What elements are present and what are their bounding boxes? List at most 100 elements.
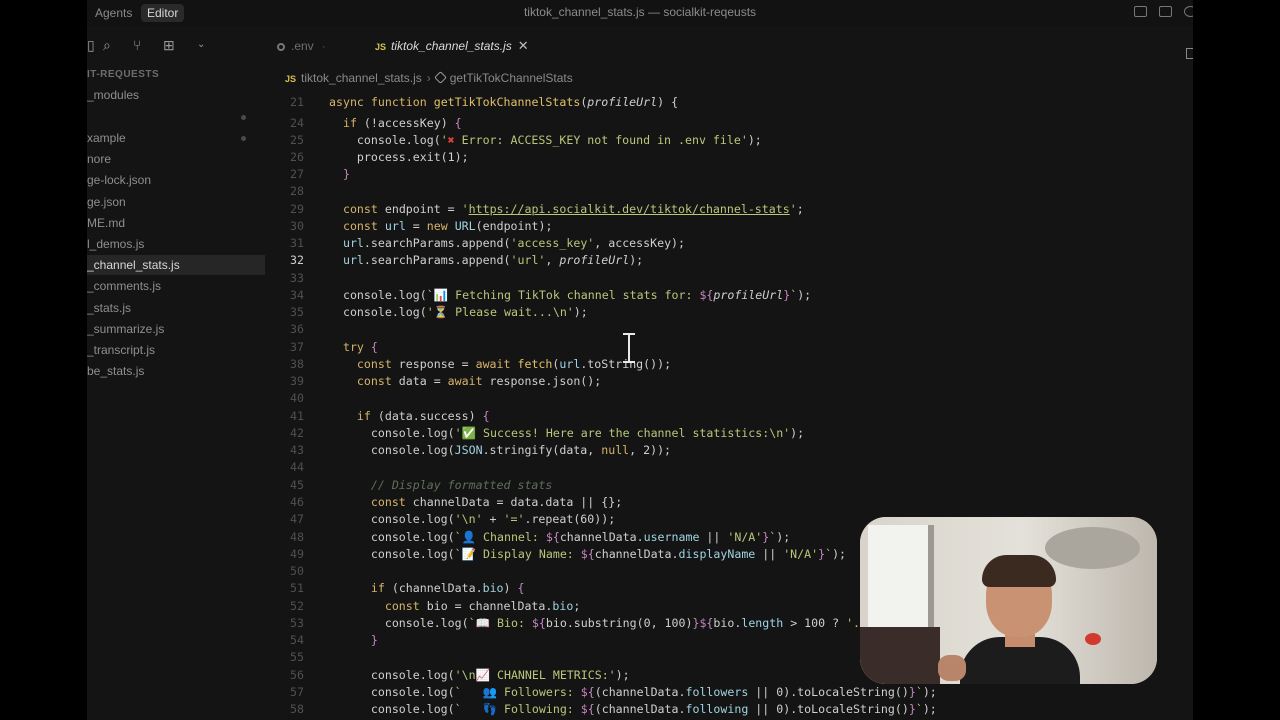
tab-tiktok-channel-stats[interactable]: JS tiktok_channel_stats.js ✕ <box>375 34 529 58</box>
function-icon <box>433 71 447 84</box>
line-number: 48 <box>290 530 304 544</box>
breadcrumb-symbol[interactable]: getTikTokChannelStats <box>450 71 573 85</box>
file-item-active[interactable]: _channel_stats.js <box>87 255 265 275</box>
code-line: 39 const data = await response.json(); <box>265 373 1193 390</box>
line-number: 50 <box>290 564 304 578</box>
code-line: 26 process.exit(1); <box>265 149 1193 166</box>
line-number: 40 <box>290 391 304 405</box>
code-line: 38 const response = await fetch(url.toSt… <box>265 356 1193 373</box>
line-number: 29 <box>290 202 304 216</box>
file-item[interactable]: _summarize.js <box>87 319 265 339</box>
editor-tabs: .env · JS tiktok_channel_stats.js ✕ <box>265 34 1193 59</box>
file-item[interactable]: l_demos.js <box>87 234 265 254</box>
code-line: 41 if (data.success) { <box>265 408 1193 425</box>
tab-label: .env <box>291 39 314 53</box>
line-number: 30 <box>290 219 304 233</box>
file-item[interactable]: _transcript.js <box>87 340 265 360</box>
search-icon[interactable]: ⌕ <box>103 37 111 53</box>
line-number: 58 <box>290 702 304 716</box>
line-number: 49 <box>290 547 304 561</box>
code-line: 57 console.log(` 👥 Followers: ${(channel… <box>265 684 1193 701</box>
code-line: 58 console.log(` 👣 Following: ${(channel… <box>265 701 1193 718</box>
dirty-dot-icon: · <box>321 39 326 53</box>
js-icon: JS <box>285 74 297 84</box>
tab-label: tiktok_channel_stats.js <box>391 39 512 53</box>
line-number: 32 <box>290 253 304 267</box>
line-number: 51 <box>290 581 304 595</box>
split-editor-icon[interactable] <box>1186 48 1193 59</box>
code-line: 21 async function getTikTokChannelStats(p… <box>265 94 1193 111</box>
code-line: 29 const endpoint = 'https://api.socialk… <box>265 201 1193 218</box>
breadcrumb: JS tiktok_channel_stats.js › getTikTokChann… <box>285 70 573 86</box>
toggle-panel-icon[interactable] <box>1159 6 1172 17</box>
line-number: 34 <box>290 288 304 302</box>
mouse-ibeam-cursor <box>623 333 635 363</box>
file-item[interactable]: _stats.js <box>87 298 265 318</box>
webcam-overlay <box>860 517 1157 684</box>
code-line: 32 url.searchParams.append('url', profil… <box>265 252 1193 269</box>
code-line: 34 console.log(`📊 Fetching TikTok channe… <box>265 287 1193 304</box>
code-line: 44 <box>265 459 1193 476</box>
toggle-sidebar-icon[interactable] <box>1134 6 1147 17</box>
file-item[interactable]: ME.md <box>87 213 265 233</box>
line-number: 57 <box>290 685 304 699</box>
code-line: 24 if (!accessKey) { <box>265 115 1193 132</box>
code-line: 40 <box>265 390 1193 407</box>
file-item[interactable] <box>87 107 265 127</box>
code-line: 31 url.searchParams.append('access_key',… <box>265 235 1193 252</box>
line-number: 36 <box>290 322 304 336</box>
settings-icon[interactable] <box>1184 6 1193 17</box>
window-title: tiktok_channel_stats.js — socialkit-reqe… <box>523 5 757 19</box>
gear-icon <box>277 43 285 51</box>
close-icon[interactable]: ✕ <box>518 38 529 53</box>
letterbox-right <box>1193 0 1280 720</box>
explorer-sidebar: ▯ ⌕ ⑂ ⊞ ⌄ IT-REQUESTS _modules xample no… <box>87 26 265 720</box>
line-number: 35 <box>290 305 304 319</box>
extensions-icon[interactable]: ⊞ <box>163 37 175 53</box>
modified-dot <box>241 115 246 120</box>
line-number: 45 <box>290 478 304 492</box>
line-number: 25 <box>290 133 304 147</box>
js-icon: JS <box>375 42 387 52</box>
line-number: 56 <box>290 668 304 682</box>
line-number: 39 <box>290 374 304 388</box>
source-control-icon[interactable]: ⑂ <box>133 37 141 53</box>
line-number: 24 <box>290 116 304 130</box>
line-number: 44 <box>290 460 304 474</box>
chevron-down-icon[interactable]: ⌄ <box>197 37 205 53</box>
code-line: 25 console.log('✖ Error: ACCESS_KEY not … <box>265 132 1193 149</box>
line-number: 54 <box>290 633 304 647</box>
tab-env[interactable]: .env · <box>277 34 326 58</box>
code-line: 36 <box>265 321 1193 338</box>
file-item[interactable]: _comments.js <box>87 276 265 296</box>
sidebar-toolbar: ▯ ⌕ ⑂ ⊞ ⌄ <box>87 34 265 58</box>
title-bar: Agents Editor tiktok_channel_stats.js — … <box>87 0 1193 26</box>
line-number: 53 <box>290 616 304 630</box>
line-number: 42 <box>290 426 304 440</box>
file-item[interactable]: be_stats.js <box>87 361 265 381</box>
line-number: 46 <box>290 495 304 509</box>
code-line: 43 console.log(JSON.stringify(data, null… <box>265 442 1193 459</box>
line-number: 31 <box>290 236 304 250</box>
file-label: xample <box>87 131 126 145</box>
explorer-section-title: IT-REQUESTS <box>87 69 160 80</box>
line-number: 41 <box>290 409 304 423</box>
file-item[interactable]: _modules <box>87 85 265 105</box>
code-line: 45 // Display formatted stats <box>265 477 1193 494</box>
file-item[interactable]: nore <box>87 149 265 169</box>
line-number: 37 <box>290 340 304 354</box>
breadcrumb-file[interactable]: tiktok_channel_stats.js <box>301 71 422 85</box>
chevron-right-icon: › <box>426 71 431 85</box>
file-item[interactable]: xample <box>87 128 265 148</box>
line-number: 38 <box>290 357 304 371</box>
letterbox-left <box>0 0 87 720</box>
code-line: 30 const url = new URL(endpoint); <box>265 218 1193 235</box>
line-number: 27 <box>290 167 304 181</box>
file-item[interactable]: ge.json <box>87 192 265 212</box>
file-item[interactable]: ge-lock.json <box>87 170 265 190</box>
code-line: 42 console.log('✅ Success! Here are the … <box>265 425 1193 442</box>
code-line: 33 <box>265 270 1193 287</box>
code-line: 28 <box>265 183 1193 200</box>
modified-dot <box>241 136 246 141</box>
files-icon[interactable]: ▯ <box>87 37 95 53</box>
